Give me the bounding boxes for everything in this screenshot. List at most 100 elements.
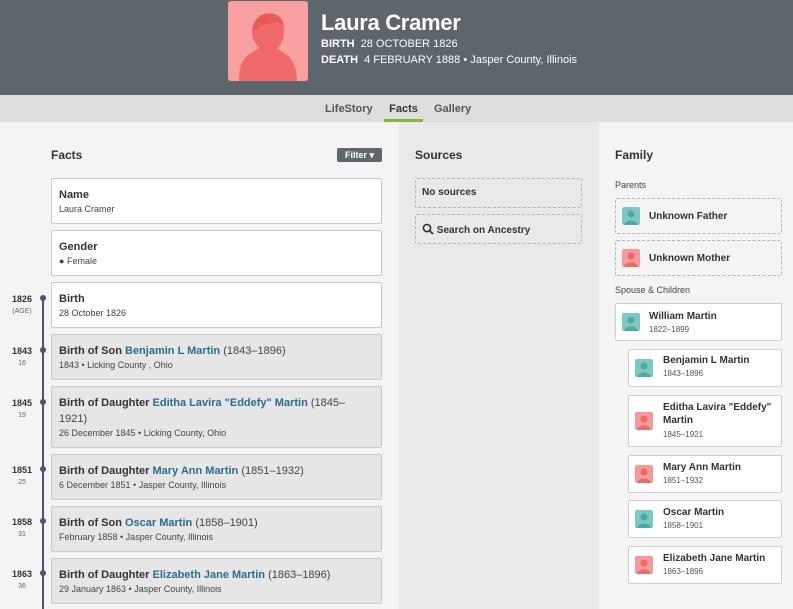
search-ancestry-label: Search on Ancestry	[436, 225, 531, 236]
fact-gender[interactable]: Gender ● Female	[51, 230, 382, 276]
male-avatar-icon	[635, 359, 653, 377]
timeline-age: 36	[18, 583, 26, 590]
father-name: Unknown Father	[649, 211, 728, 222]
fact-event-title: Birth of Daughter Elizabeth Jane Martin …	[59, 567, 374, 583]
event-dates: (1843–1896)	[223, 345, 286, 357]
facts-title: Facts	[51, 148, 83, 162]
child-name: Mary Ann Martin	[663, 462, 741, 473]
fact-event-title: Birth of Son Benjamin L Martin (1843–189…	[59, 343, 374, 359]
child-name: Elizabeth Jane Martin	[663, 553, 766, 564]
child-card[interactable]: Editha Lavira "Eddefy" Martin 1845–1921	[628, 395, 782, 447]
timeline-age: 31	[18, 531, 26, 538]
tab-facts[interactable]: Facts	[384, 103, 423, 115]
child-name: Oscar Martin	[663, 507, 725, 518]
birth-value: 28 OCTOBER 1826	[360, 38, 458, 50]
child-card[interactable]: Elizabeth Jane Martin 1863–1896	[628, 546, 782, 584]
child-name: Editha Lavira "Eddefy" Martin	[663, 401, 771, 427]
fact-event-title: Birth of Daughter Editha Lavira "Eddefy"…	[59, 395, 374, 427]
birth-summary: BIRTH 28 OCTOBER 1826	[321, 38, 458, 50]
timeline-year: 1858	[11, 517, 33, 527]
birth-label: BIRTH	[321, 38, 355, 50]
fact-birth-value: 28 October 1826	[59, 308, 127, 318]
child-years: 1863–1896	[663, 567, 704, 576]
fact-event-title: Birth of Son Oscar Martin (1858–1901)	[59, 515, 374, 531]
child-card[interactable]: Mary Ann Martin 1851–1932	[628, 455, 782, 493]
fact-event[interactable]: Birth of Son Oscar Martin (1858–1901) Fe…	[51, 506, 382, 552]
timeline-dot	[40, 347, 46, 353]
sources-title: Sources	[415, 148, 463, 162]
event-detail: 6 December 1851 • Jasper County, Illinoi…	[59, 480, 227, 490]
family-title: Family	[615, 148, 654, 162]
event-relation: Birth of Daughter	[59, 465, 150, 477]
person-name: Laura Cramer	[321, 10, 461, 35]
fact-gender-value-row: ● Female	[59, 256, 374, 266]
event-relation: Birth of Son	[59, 517, 122, 529]
tab-lifestory[interactable]: LifeStory	[325, 103, 373, 115]
female-avatar-icon	[622, 249, 640, 267]
fact-birth[interactable]: Birth 28 October 1826	[51, 282, 382, 328]
child-years: 1858–1901	[663, 521, 704, 530]
spouse-card[interactable]: William Martin 1822–1899	[615, 303, 782, 341]
event-detail: February 1858 • Jasper County, Illinois	[59, 532, 214, 542]
person-icon: ●	[59, 256, 65, 266]
female-avatar-icon	[635, 556, 653, 574]
timeline-year: 1845	[11, 398, 33, 408]
fact-name-value: Laura Cramer	[59, 204, 115, 214]
child-name-line2: Martin	[663, 415, 693, 426]
fact-event[interactable]: Birth of Daughter Editha Lavira "Eddefy"…	[51, 386, 382, 448]
search-ancestry-button[interactable]: Search on Ancestry	[415, 214, 582, 244]
fact-birth-label: Birth	[59, 293, 85, 305]
child-card[interactable]: Benjamin L Martin 1843–1896	[628, 349, 782, 387]
event-dates: (1863–1896)	[268, 569, 331, 581]
event-person-link[interactable]: Mary Ann Martin	[153, 465, 239, 477]
timeline-age: 16	[18, 360, 26, 367]
fact-name[interactable]: Name Laura Cramer	[51, 178, 382, 224]
event-person-link[interactable]: Oscar Martin	[125, 517, 192, 529]
female-silhouette-icon[interactable]	[228, 1, 308, 81]
event-person-link[interactable]: Editha Lavira "Eddefy" Martin	[153, 397, 308, 409]
timeline-age: 25	[18, 479, 26, 486]
event-relation: Birth of Daughter	[59, 569, 150, 581]
event-dates: (1858–1901)	[195, 517, 258, 529]
event-person-link[interactable]: Benjamin L Martin	[125, 345, 220, 357]
child-years: 1843–1896	[663, 369, 704, 378]
female-avatar-icon	[635, 412, 653, 430]
search-icon	[422, 223, 434, 238]
chevron-down-icon: ▾	[366, 150, 375, 160]
male-avatar-icon	[622, 313, 640, 331]
fact-event[interactable]: Birth of Daughter Mary Ann Martin (1851–…	[51, 454, 382, 500]
fact-event[interactable]: Birth of Son Benjamin L Martin (1843–189…	[51, 334, 382, 380]
child-name: Benjamin L Martin	[663, 355, 750, 366]
filter-label: Filter	[344, 150, 367, 160]
no-sources-box: No sources	[415, 178, 582, 208]
timeline-dot	[40, 466, 46, 472]
timeline-dot	[40, 399, 46, 405]
timeline-dot	[40, 570, 46, 576]
timeline-year: 1863	[11, 569, 33, 579]
fact-gender-label: Gender	[59, 241, 98, 253]
timeline-age: 19	[18, 412, 26, 419]
timeline-year: 1851	[11, 465, 33, 475]
timeline-dot	[40, 518, 46, 524]
mother-card[interactable]: Unknown Mother	[615, 240, 782, 276]
event-dates: (1851–1932)	[241, 465, 304, 477]
filter-button[interactable]: Filter ▾	[337, 148, 382, 162]
fact-event[interactable]: Birth of Daughter Elizabeth Jane Martin …	[51, 558, 382, 604]
event-detail: 29 January 1863 • Jasper County, Illinoi…	[59, 584, 222, 594]
child-name-line1: Editha Lavira "Eddefy"	[663, 402, 772, 413]
child-years: 1851–1932	[663, 476, 704, 485]
child-card[interactable]: Oscar Martin 1858–1901	[628, 500, 782, 538]
event-dates: (1845–	[310, 397, 346, 409]
event-relation: Birth of Son	[59, 345, 122, 357]
father-card[interactable]: Unknown Father	[615, 198, 782, 234]
event-relation: Birth of Daughter	[59, 397, 150, 409]
parents-label: Parents	[615, 180, 647, 190]
no-sources-text: No sources	[422, 187, 477, 198]
event-detail: 26 December 1845 • Licking County, Ohio	[59, 428, 227, 438]
event-detail: 1843 • Licking County , Ohio	[59, 360, 173, 370]
event-person-link[interactable]: Elizabeth Jane Martin	[153, 569, 265, 581]
spouse-children-label: Spouse & Children	[615, 285, 691, 295]
timeline-year: 1843	[11, 346, 33, 356]
death-summary: DEATH 4 FEBRUARY 1888 • Jasper County, Il…	[321, 54, 577, 66]
tab-gallery[interactable]: Gallery	[434, 103, 471, 115]
